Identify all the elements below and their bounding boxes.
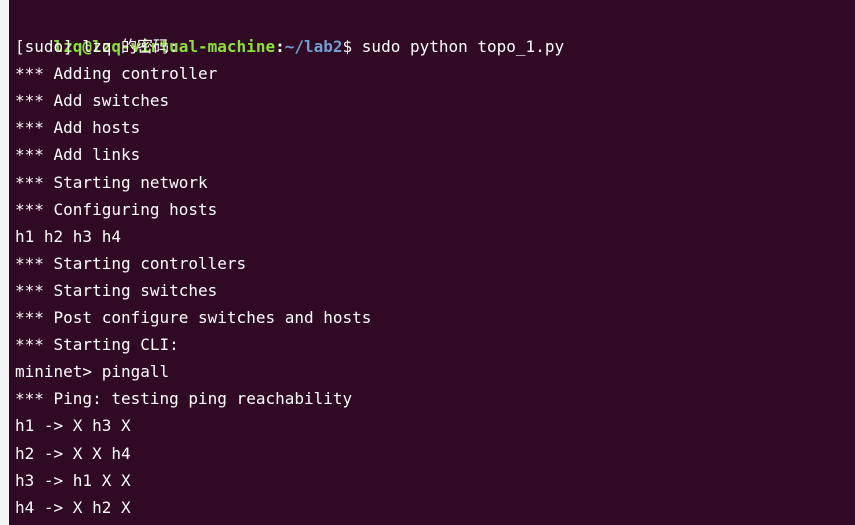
output-line: h4 -> X h2 X [15, 497, 131, 517]
output-line: h2 -> X X h4 [15, 443, 131, 463]
output-line: *** Adding controller [15, 64, 218, 84]
prompt-symbol: $ [342, 37, 362, 57]
output-line: *** Starting CLI: [15, 335, 179, 355]
prompt-cwd: ~/lab2 [284, 37, 343, 57]
output-line: h1 h2 h3 h4 [15, 226, 121, 246]
output-line: *** Starting network [15, 172, 208, 192]
output-line: *** Add switches [15, 91, 170, 111]
terminal-window[interactable]: lzq@lzq-virtual-machine:~/lab2$ sudo pyt… [0, 0, 855, 525]
prompt-line: lzq@lzq-virtual-machine:~/lab2$ sudo pyt… [15, 6, 855, 56]
output-line: *** Starting switches [15, 280, 218, 300]
output-line: h1 -> X h3 X [15, 416, 131, 436]
output-line: *** Configuring hosts [15, 199, 218, 219]
output-line: h3 -> h1 X X [15, 470, 131, 490]
output-line: *** Add links [15, 145, 141, 165]
output-line: mininet> pingall [15, 362, 170, 382]
output-line: *** Starting controllers [15, 253, 247, 273]
left-edge [0, 0, 9, 525]
output-line: *** Ping: testing ping reachability [15, 389, 353, 409]
prompt-colon: : [275, 37, 285, 57]
prompt-command: sudo python topo_1.py [361, 37, 565, 57]
output-line: *** Add hosts [15, 118, 141, 138]
output-line: *** Post configure switches and hosts [15, 308, 372, 328]
